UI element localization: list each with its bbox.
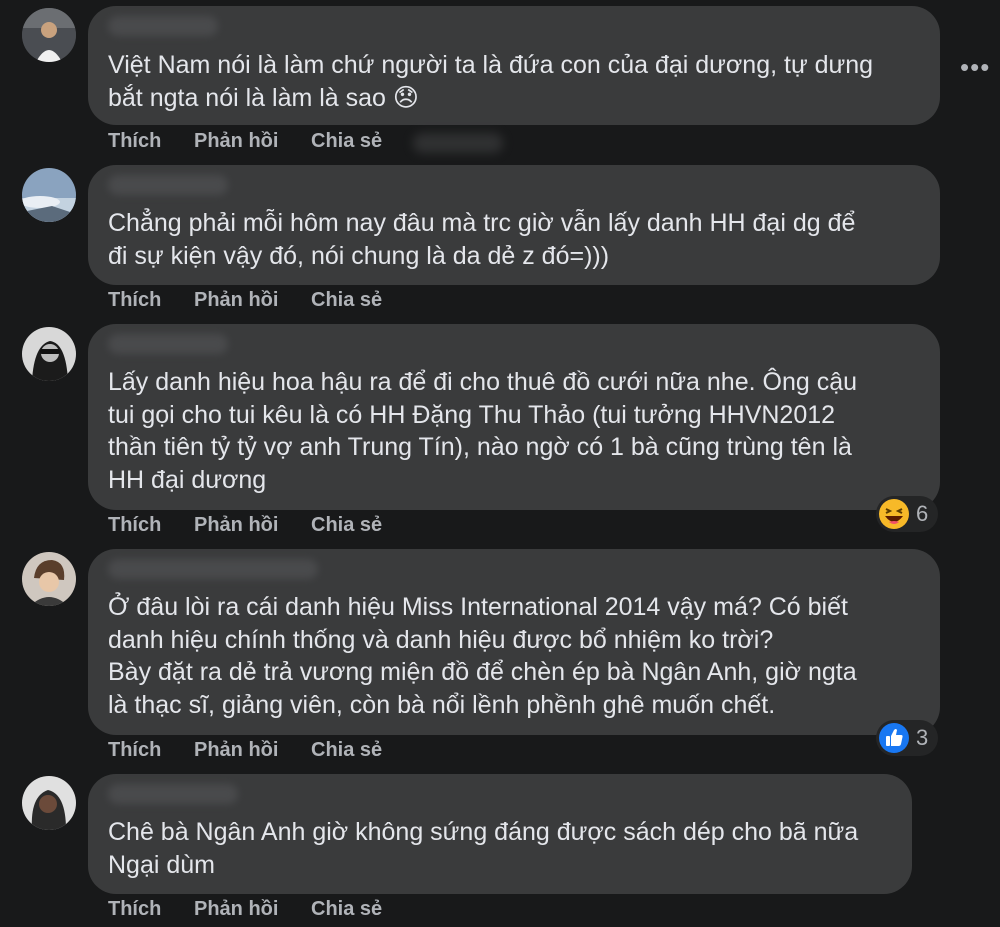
share-button[interactable]: Chia sẻ (311, 289, 382, 312)
comment-text: Chẳng phải mỗi hôm nay đâu mà trc giờ vẫ… (108, 209, 856, 270)
avatar[interactable] (22, 327, 76, 381)
like-button[interactable]: Thích (108, 514, 161, 537)
reply-button[interactable]: Phản hồi (194, 739, 278, 762)
haha-icon (879, 499, 909, 529)
avatar[interactable] (22, 8, 76, 62)
share-button[interactable]: Chia sẻ (311, 130, 382, 153)
author-name[interactable] (108, 16, 218, 36)
avatar[interactable] (22, 552, 76, 606)
author-name[interactable] (108, 334, 228, 354)
avatar[interactable] (22, 776, 76, 830)
like-button[interactable]: Thích (108, 898, 161, 921)
comment-text: Lấy danh hiệu hoa hậu ra để đi cho thuê … (108, 368, 858, 494)
like-button[interactable]: Thích (108, 130, 161, 153)
avatar[interactable] (22, 168, 76, 222)
reaction-count: 6 (916, 501, 929, 526)
reaction-count: 3 (916, 725, 929, 750)
comment-bubble: Chẳng phải mỗi hôm nay đâu mà trc giờ vẫ… (88, 165, 940, 285)
comment-text: Chê bà Ngân Anh giờ không sứng đáng được… (108, 818, 859, 879)
more-options-icon[interactable]: ••• (960, 52, 990, 83)
comment-bubble: Việt Nam nói là làm chứ người ta là đứa … (88, 6, 940, 125)
author-name[interactable] (108, 175, 228, 195)
reaction-summary[interactable]: 6 (876, 496, 938, 532)
author-name[interactable] (108, 559, 318, 579)
reply-button[interactable]: Phản hồi (194, 898, 278, 921)
comment-bubble: Lấy danh hiệu hoa hậu ra để đi cho thuê … (88, 324, 940, 510)
share-button[interactable]: Chia sẻ (311, 739, 382, 762)
comment-text: Ở đâu lòi ra cái danh hiệu Miss Internat… (108, 593, 857, 719)
comment-bubble: Ở đâu lòi ra cái danh hiệu Miss Internat… (88, 549, 940, 735)
share-button[interactable]: Chia sẻ (311, 898, 382, 921)
like-button[interactable]: Thích (108, 739, 161, 762)
comment-text: Việt Nam nói là làm chứ người ta là đứa … (108, 51, 874, 112)
reaction-summary[interactable]: 3 (876, 720, 938, 756)
author-name[interactable] (108, 784, 238, 804)
timestamp[interactable] (413, 133, 503, 153)
reply-button[interactable]: Phản hồi (194, 130, 278, 153)
share-button[interactable]: Chia sẻ (311, 514, 382, 537)
comment-bubble: Chê bà Ngân Anh giờ không sứng đáng được… (88, 774, 912, 894)
like-icon (879, 723, 909, 753)
reply-button[interactable]: Phản hồi (194, 514, 278, 537)
reply-button[interactable]: Phản hồi (194, 289, 278, 312)
like-button[interactable]: Thích (108, 289, 161, 312)
